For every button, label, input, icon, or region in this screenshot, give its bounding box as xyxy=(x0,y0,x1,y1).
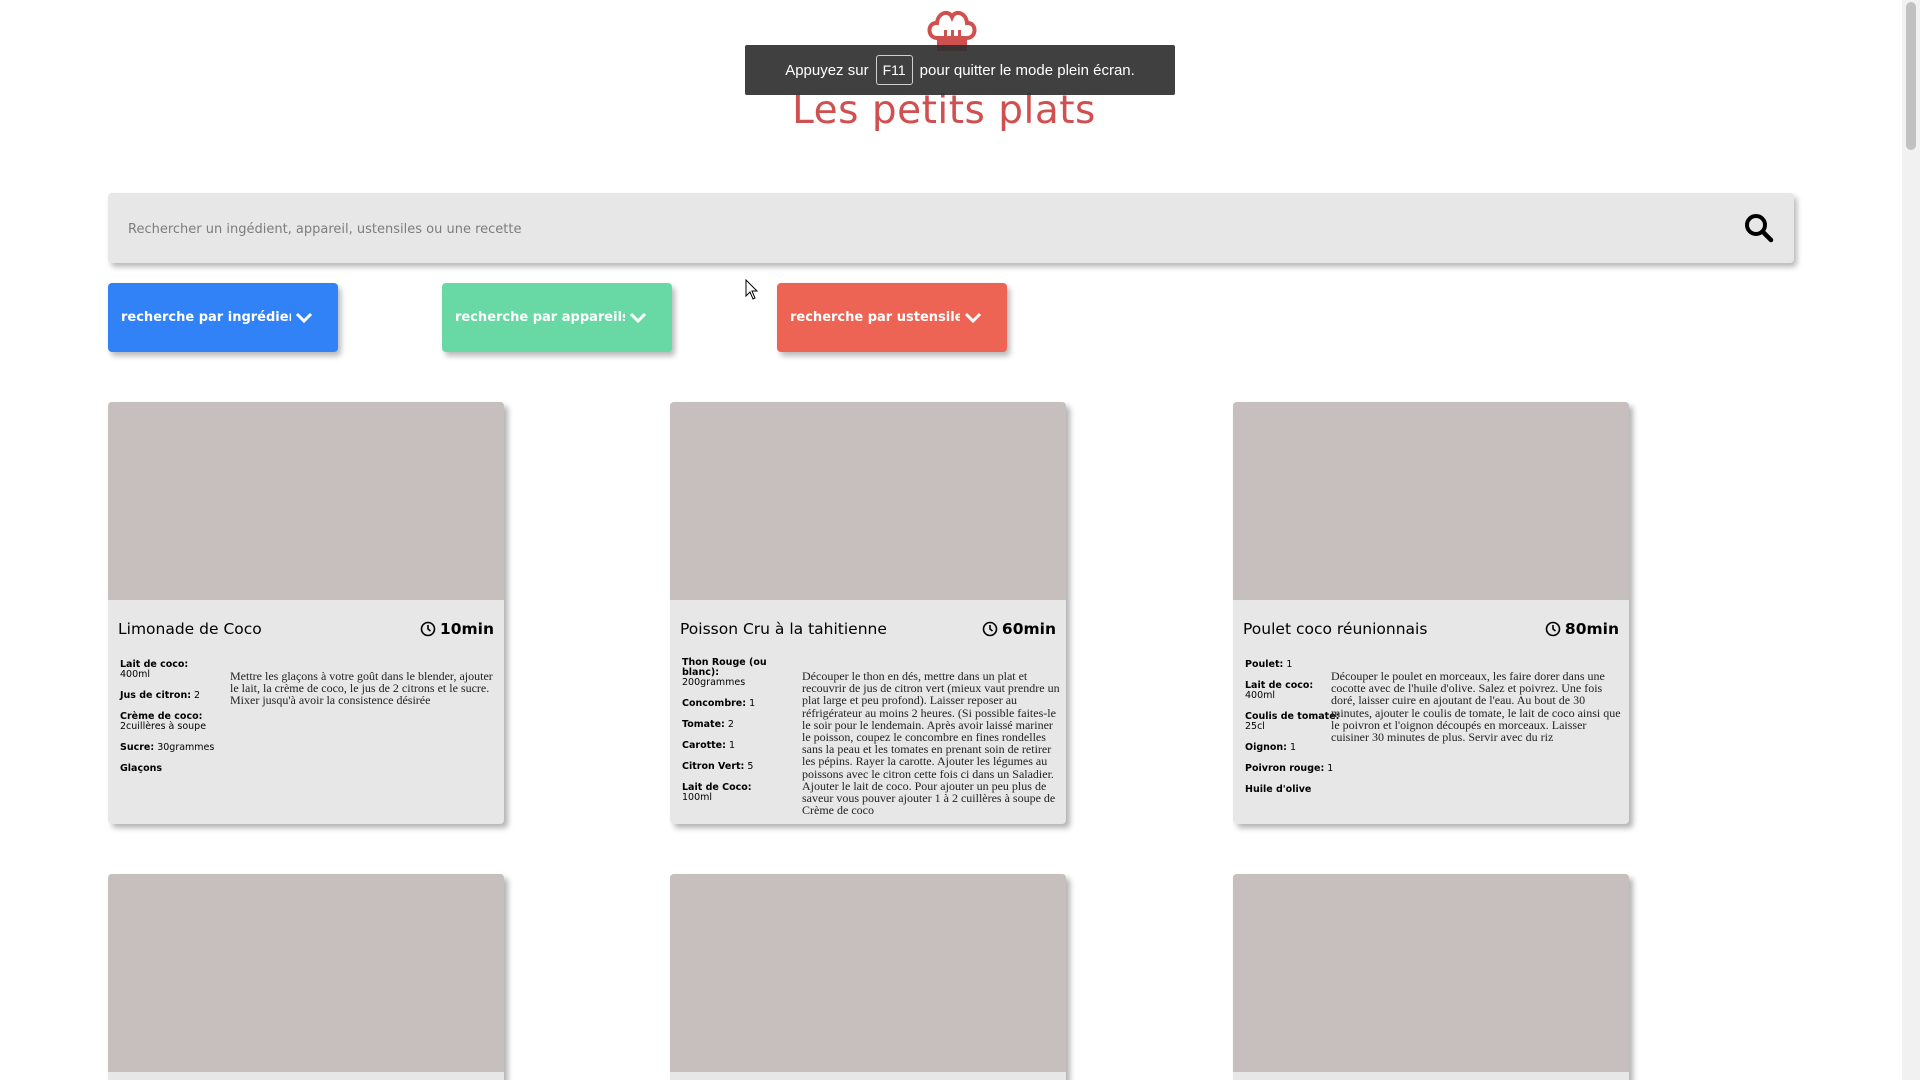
ingredient-name: Poulet: xyxy=(1245,659,1284,670)
ingredient-item: Lait de coco: 400ml xyxy=(120,660,220,680)
ingredient-item: Huile d'olive xyxy=(1245,785,1345,795)
fullscreen-notice-suffix: pour quitter le mode plein écran. xyxy=(919,61,1135,79)
ingredient-qty: 1 xyxy=(728,740,735,751)
recipe-time-value: 10min xyxy=(439,620,494,638)
ingredient-qty: 2 xyxy=(194,690,201,701)
ingredient-qty: 100ml xyxy=(682,792,713,803)
ingredient-qty: 400ml xyxy=(1245,690,1276,701)
ingredient-qty: 2 xyxy=(727,719,734,730)
recipe-time-value: 80min xyxy=(1564,620,1619,638)
search-input[interactable] xyxy=(126,193,1680,265)
ingredient-name: Citron Vert: xyxy=(682,761,745,772)
ingredient-qty: 25cl xyxy=(1245,721,1265,732)
ingredient-list: Lait de coco: 400ml Jus de citron: 2 Crè… xyxy=(120,660,220,785)
clock-icon xyxy=(982,621,998,637)
chevron-down-icon xyxy=(295,312,313,323)
ingredient-item: Oignon: 1 xyxy=(1245,743,1345,753)
ingredient-qty: 5 xyxy=(747,761,754,772)
fullscreen-notice-prefix: Appuyez sur xyxy=(785,61,869,79)
scrollbar-thumb[interactable] xyxy=(1906,2,1916,150)
fullscreen-notice: Appuyez sur F11 pour quitter le mode ple… xyxy=(745,45,1175,95)
recipe-image xyxy=(1233,874,1629,1072)
f11-key: F11 xyxy=(875,55,913,85)
ingredient-item: Poulet: 1 xyxy=(1245,660,1345,670)
ingredient-name: Concombre: xyxy=(682,698,747,709)
clock-icon xyxy=(420,621,436,637)
recipe-image xyxy=(108,874,504,1072)
ingredient-item: Citron Vert: 5 xyxy=(682,762,782,772)
appliances-filter-label: recherche par appareils xyxy=(455,310,625,325)
ingredient-item: Crème de coco: 2cuillères à soupe xyxy=(120,712,220,732)
search-bar xyxy=(108,193,1794,265)
ingredient-qty: 1 xyxy=(1290,742,1297,753)
ingredient-name: Carotte: xyxy=(682,740,726,751)
ingredient-name: Thon Rouge (ou blanc): xyxy=(682,657,767,678)
recipe-image xyxy=(670,874,1066,1072)
recipe-card[interactable] xyxy=(108,874,504,1080)
ingredient-qty: 1 xyxy=(1327,763,1334,774)
ingredient-qty: 1 xyxy=(749,698,756,709)
ingredient-qty: 400ml xyxy=(120,669,151,680)
ingredient-item: Carotte: 1 xyxy=(682,741,782,751)
ingredient-item: Lait de coco: 400ml xyxy=(1245,681,1345,701)
recipe-image xyxy=(108,402,504,600)
ingredient-qty: 1 xyxy=(1286,659,1293,670)
recipe-name: Poisson Cru à la tahitienne xyxy=(680,620,887,638)
utensils-filter-button[interactable]: recherche par ustensiles xyxy=(777,283,1007,352)
ingredient-name: Poivron rouge: xyxy=(1245,763,1325,774)
mouse-cursor-icon xyxy=(745,279,759,300)
page: Les petits plats Appuyez sur F11 pour qu… xyxy=(0,0,1902,1080)
chevron-down-icon xyxy=(964,312,982,323)
ingredient-item: Thon Rouge (ou blanc): 200grammes xyxy=(682,658,782,688)
recipe-name: Limonade de Coco xyxy=(118,620,262,638)
ingredient-name: Jus de citron: xyxy=(120,690,192,701)
ingredient-name: Tomate: xyxy=(682,719,725,730)
ingredients-filter-button[interactable]: recherche par ingrédients xyxy=(108,283,338,352)
ingredient-item: Concombre: 1 xyxy=(682,699,782,709)
recipe-card[interactable] xyxy=(670,874,1066,1080)
recipe-card[interactable] xyxy=(1233,874,1629,1080)
chevron-down-icon xyxy=(629,312,647,323)
recipe-description: Mettre les glaçons à votre goût dans le … xyxy=(230,669,493,708)
ingredient-name: Oignon: xyxy=(1245,742,1287,753)
ingredient-name: Huile d'olive xyxy=(1245,784,1312,795)
recipe-card[interactable]: Limonade de Coco 10min Lait de coco: 400… xyxy=(108,402,504,824)
ingredient-item: Lait de Coco: 100ml xyxy=(682,783,782,803)
ingredient-item: Poivron rouge: 1 xyxy=(1245,764,1345,774)
recipe-description: Découper le thon en dés, mettre dans un … xyxy=(802,669,1060,818)
recipe-time: 80min xyxy=(1545,620,1619,638)
ingredient-qty: 2cuillères à soupe xyxy=(120,721,207,732)
recipe-time: 10min xyxy=(420,620,494,638)
appliances-filter-button[interactable]: recherche par appareils xyxy=(442,283,672,352)
ingredient-qty: 200grammes xyxy=(682,677,746,688)
recipe-image xyxy=(1233,402,1629,600)
ingredient-item: Tomate: 2 xyxy=(682,720,782,730)
recipe-description: Découper le poulet en morceaux, les fair… xyxy=(1331,669,1621,745)
utensils-filter-label: recherche par ustensiles xyxy=(790,310,960,325)
recipe-time-value: 60min xyxy=(1001,620,1056,638)
recipe-time: 60min xyxy=(982,620,1056,638)
recipe-image xyxy=(670,402,1066,600)
ingredient-item: Glaçons xyxy=(120,764,220,774)
clock-icon xyxy=(1545,621,1561,637)
vertical-scrollbar[interactable] xyxy=(1902,0,1920,1080)
recipe-name: Poulet coco réunionnais xyxy=(1243,620,1428,638)
search-icon[interactable] xyxy=(1744,213,1774,243)
ingredient-name: Sucre: xyxy=(120,742,155,753)
ingredient-item: Jus de citron: 2 xyxy=(120,691,220,701)
ingredient-item: Sucre: 30grammes xyxy=(120,743,220,753)
ingredient-item: Coulis de tomate: 25cl xyxy=(1245,712,1345,732)
ingredient-list: Poulet: 1 Lait de coco: 400ml Coulis de … xyxy=(1245,660,1345,806)
ingredient-name: Glaçons xyxy=(120,763,163,774)
ingredient-qty: 30grammes xyxy=(157,742,215,753)
ingredients-filter-label: recherche par ingrédients xyxy=(121,310,291,325)
ingredient-list: Thon Rouge (ou blanc): 200grammes Concom… xyxy=(682,658,782,814)
recipe-card[interactable]: Poulet coco réunionnais 80min Poulet: 1 … xyxy=(1233,402,1629,824)
recipe-card[interactable]: Poisson Cru à la tahitienne 60min Thon R… xyxy=(670,402,1066,824)
